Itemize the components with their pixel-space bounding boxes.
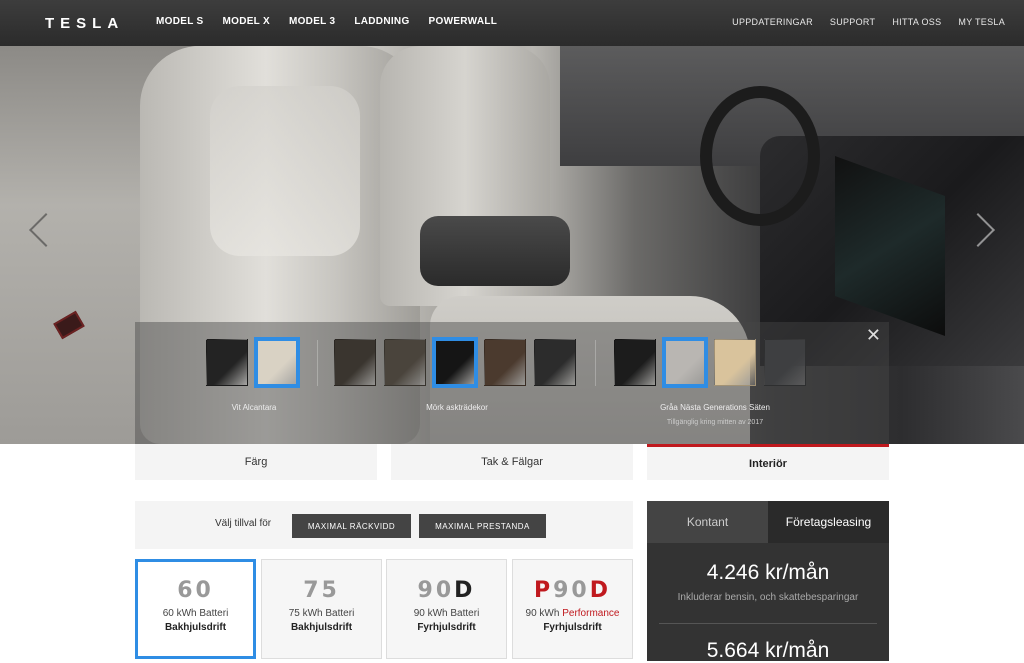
- swatch-dark-grey-seat[interactable]: [764, 339, 806, 386]
- price-note: Inkluderar bensin, och skattebesparingar: [677, 592, 859, 603]
- swatch-divider: [317, 340, 318, 386]
- max-range-button[interactable]: MAXIMAL RÄCKVIDD: [292, 514, 411, 538]
- steering-wheel: [700, 86, 820, 226]
- swatch-black[interactable]: [206, 339, 248, 386]
- battery-drive: Bakhjulsdrift: [290, 622, 353, 633]
- monthly-price-secondary: 5.664 kr/mån: [706, 639, 830, 662]
- battery-badge: 60: [177, 578, 214, 603]
- battery-badge: P90D: [513, 578, 632, 604]
- swatch-tan-seat[interactable]: [714, 339, 756, 386]
- close-icon[interactable]: ✕: [866, 326, 881, 344]
- badge-number: 90: [553, 578, 590, 603]
- nav-my-tesla[interactable]: MY TESLA: [958, 17, 1005, 27]
- nav-support[interactable]: SUPPORT: [830, 17, 875, 27]
- nav-left: MODEL S MODEL X MODEL 3 LADDNING POWERWA…: [156, 16, 497, 27]
- top-nav: TESLA MODEL S MODEL X MODEL 3 LADDNING P…: [0, 0, 1024, 46]
- badge-suffix: D: [454, 578, 476, 603]
- swatch-white-alcantara[interactable]: [254, 337, 300, 388]
- nav-model-x[interactable]: MODEL X: [222, 16, 269, 27]
- battery-card-p90d[interactable]: P90D 90 kWh Performance Fyrhjulsdrift: [512, 559, 633, 659]
- tab-foretagsleasing[interactable]: Företagsleasing: [768, 501, 889, 543]
- tab-interior[interactable]: Interiör: [647, 444, 889, 480]
- badge-number: 90: [417, 578, 455, 603]
- center-console: [420, 216, 570, 286]
- battery-capacity: 90 kWh Batteri: [413, 608, 480, 619]
- battery-card-75[interactable]: 75 75 kWh Batteri Bakhjulsdrift: [261, 559, 382, 659]
- nav-uppdateringar[interactable]: UPPDATERINGAR: [732, 17, 813, 27]
- battery-capacity: 60 kWh Batteri: [162, 608, 229, 619]
- swatch-dark-ash[interactable]: [432, 337, 478, 388]
- battery-drive: Fyrhjulsdrift: [543, 622, 602, 633]
- interior-swatch-panel: ✕ Vit Alcantara Mörk askträdekor Gråa Nä…: [135, 322, 889, 444]
- nav-powerwall[interactable]: POWERWALL: [429, 16, 498, 27]
- swatch-grey-seat[interactable]: [662, 337, 708, 388]
- price-divider: [659, 623, 877, 624]
- swatch-wood-4[interactable]: [484, 339, 526, 386]
- nav-hitta-oss[interactable]: HITTA OSS: [892, 17, 941, 27]
- tab-tak-falgar[interactable]: Tak & Fälgar: [391, 444, 633, 480]
- swatch-group-label: Gråa Nästa Generations Säten: [660, 403, 770, 412]
- battery-capacity: 75 kWh Batteri: [288, 608, 355, 619]
- battery-capacity: 90 kWh Performance: [513, 608, 632, 619]
- price-panel: Kontant Företagsleasing 4.246 kr/mån Ink…: [647, 501, 889, 662]
- swatch-carbon[interactable]: [534, 339, 576, 386]
- badge-suffix: D: [589, 578, 611, 603]
- tab-farg[interactable]: Färg: [135, 444, 377, 480]
- tab-kontant[interactable]: Kontant: [647, 501, 768, 543]
- swatch-wood-2[interactable]: [384, 339, 426, 386]
- battery-card-60[interactable]: 60 60 kWh Batteri Bakhjulsdrift: [135, 559, 256, 659]
- swatch-group-label: Vit Alcantara: [231, 403, 277, 412]
- battery-badge: 90D: [387, 578, 506, 604]
- nav-model-s[interactable]: MODEL S: [156, 16, 203, 27]
- performance-text: Performance: [562, 608, 620, 619]
- swatch-divider: [595, 340, 596, 386]
- options-bar: Välj tillval för MAXIMAL RÄCKVIDD MAXIMA…: [135, 501, 633, 549]
- nav-laddning[interactable]: LADDNING: [354, 16, 409, 27]
- swatch-wood-1[interactable]: [334, 339, 376, 386]
- max-performance-button[interactable]: MAXIMAL PRESTANDA: [419, 514, 546, 538]
- capacity-text: 90 kWh: [525, 608, 563, 619]
- swatch-black-seat[interactable]: [614, 339, 656, 386]
- battery-badge: 75: [303, 578, 340, 603]
- monthly-price: 4.246 kr/mån: [706, 561, 830, 584]
- tesla-logo[interactable]: TESLA: [45, 15, 124, 32]
- swatch-group-label: Mörk askträdekor: [426, 403, 488, 412]
- badge-prefix: P: [533, 578, 554, 603]
- swatch-group-sublabel: Tillgänglig kring mitten av 2017: [666, 419, 764, 426]
- battery-drive: Fyrhjulsdrift: [417, 622, 476, 633]
- battery-card-90d[interactable]: 90D 90 kWh Batteri Fyrhjulsdrift: [386, 559, 507, 659]
- battery-drive: Bakhjulsdrift: [164, 622, 227, 633]
- options-label: Välj tillval för: [215, 518, 272, 529]
- nav-right: UPPDATERINGAR SUPPORT HITTA OSS MY TESLA: [732, 17, 1005, 27]
- seat-panel: [210, 86, 360, 256]
- nav-model-3[interactable]: MODEL 3: [289, 16, 335, 27]
